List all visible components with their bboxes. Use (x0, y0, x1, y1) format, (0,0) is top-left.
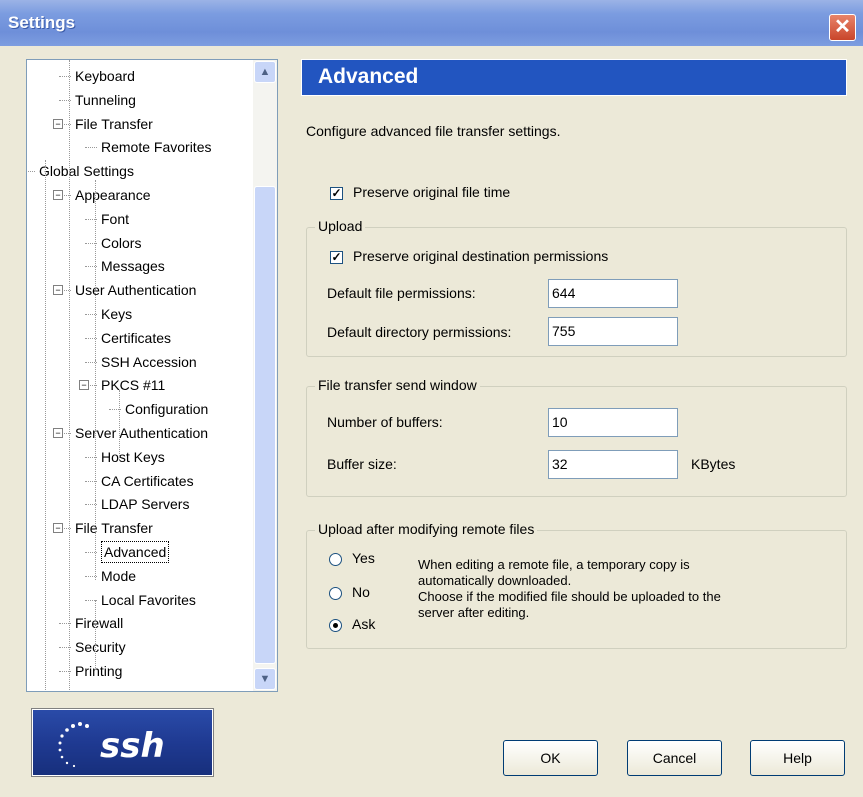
after-modify-help-line2: automatically downloaded. (418, 573, 572, 588)
tree-item[interactable]: Font (101, 208, 129, 230)
file-permissions-label: Default file permissions: (327, 285, 476, 301)
tree-item[interactable]: LDAP Servers (101, 493, 189, 515)
preserve-permissions-label[interactable]: Preserve original destination permission… (353, 248, 608, 264)
tree-item[interactable]: Host Keys (101, 446, 165, 468)
after-modify-help-line3: Choose if the modified file should be up… (418, 589, 721, 604)
preserve-permissions-checkbox[interactable]: ✓ (330, 251, 343, 264)
tree-guide-line (95, 180, 96, 380)
tree-collapse-icon[interactable]: − (79, 380, 89, 391)
logo-text: ssh (100, 726, 165, 766)
tree-content: Keyboard Tunneling − File Transfer Remote Fa… (27, 60, 253, 691)
tree-item[interactable]: Firewall (75, 612, 123, 634)
tree-item[interactable]: File Transfer (75, 517, 153, 539)
ok-button[interactable]: OK (503, 740, 598, 776)
tree-collapse-icon[interactable]: − (53, 428, 63, 438)
buffer-size-unit: KBytes (691, 456, 736, 472)
tree-guide-line (95, 360, 96, 510)
tree-item[interactable]: File Transfer (75, 113, 153, 135)
radio-no[interactable] (329, 587, 342, 600)
tree-guide-line (95, 600, 96, 670)
preserve-time-label[interactable]: Preserve original file time (353, 184, 510, 200)
radio-ask-label[interactable]: Ask (352, 616, 375, 632)
send-window-group: File transfer send window (306, 377, 847, 497)
tree-item[interactable]: CA Certificates (101, 470, 194, 492)
buffer-size-input[interactable]: 32 (548, 450, 678, 479)
after-modify-help-line4: server after editing. (418, 605, 530, 620)
tree-item[interactable]: Tunneling (75, 89, 136, 111)
tree-item[interactable]: Configuration (125, 398, 208, 420)
tree-collapse-icon[interactable]: − (53, 523, 63, 534)
tree-item[interactable]: Messages (101, 255, 165, 277)
file-permissions-input[interactable]: 644 (548, 279, 678, 308)
tree-scrollbar[interactable]: ▲ ▼ (253, 60, 277, 691)
section-banner: Advanced (301, 59, 847, 96)
upload-group-title: Upload (315, 218, 366, 234)
scroll-up-icon[interactable]: ▲ (254, 61, 276, 83)
tree-item[interactable]: Advanced (101, 541, 170, 563)
tree-item[interactable]: Certificates (101, 327, 171, 349)
tree-item[interactable]: Security (75, 636, 126, 658)
tree-item[interactable]: Remote Favorites (101, 136, 211, 158)
tree-collapse-icon[interactable]: − (53, 118, 63, 129)
title-bar: Settings ✕ (0, 0, 863, 46)
buffer-size-label: Buffer size: (327, 456, 397, 472)
send-window-group-title: File transfer send window (315, 377, 480, 393)
tree-item[interactable]: User Authentication (75, 279, 196, 301)
dir-permissions-input[interactable]: 755 (548, 317, 678, 346)
tree-collapse-icon[interactable]: − (53, 285, 63, 296)
tree-item[interactable]: Printing (75, 660, 122, 682)
tree-guide-line (95, 500, 96, 580)
section-description: Configure advanced file transfer setting… (306, 123, 561, 139)
logo-dots-icon (58, 722, 89, 768)
tree-item[interactable]: Keyboard (75, 65, 135, 87)
tree-connector (85, 147, 97, 149)
tree-item[interactable]: Mode (101, 565, 136, 587)
radio-yes[interactable] (329, 553, 342, 566)
close-icon[interactable]: ✕ (829, 14, 856, 41)
tree-connector (27, 171, 35, 173)
tree-item[interactable]: PKCS #11 (101, 374, 165, 396)
ssh-logo: ssh (32, 709, 213, 776)
cancel-button[interactable]: Cancel (627, 740, 722, 776)
tree-item[interactable]: Colors (101, 232, 141, 254)
tree-guide-line (119, 390, 120, 460)
tree-item[interactable]: Appearance (75, 184, 151, 206)
tree-collapse-icon[interactable]: − (53, 190, 63, 200)
tree-item[interactable]: SSH Accession (101, 351, 197, 373)
tree-item[interactable]: Local Favorites (101, 589, 196, 611)
section-heading: Advanced (318, 65, 419, 88)
after-modify-group-title: Upload after modifying remote files (315, 521, 538, 537)
tree-guide-line (69, 60, 70, 691)
radio-yes-label[interactable]: Yes (352, 550, 375, 566)
settings-tree[interactable]: Keyboard Tunneling − File Transfer Remote Fa… (26, 59, 278, 692)
help-button[interactable]: Help (750, 740, 845, 776)
tree-collapse-icon[interactable]: − (26, 166, 27, 176)
tree-item[interactable]: Global Settings (39, 160, 134, 182)
after-modify-help-line1: When editing a remote file, a temporary … (418, 557, 690, 572)
preserve-time-checkbox[interactable]: ✓ (330, 187, 343, 200)
tree-guide-line (45, 160, 46, 691)
buffers-input[interactable]: 10 (548, 408, 678, 437)
radio-no-label[interactable]: No (352, 584, 370, 600)
scroll-down-icon[interactable]: ▼ (254, 668, 276, 690)
buffers-label: Number of buffers: (327, 414, 443, 430)
window-title: Settings (8, 13, 76, 32)
radio-ask[interactable] (329, 619, 342, 632)
dir-permissions-label: Default directory permissions: (327, 324, 512, 340)
scroll-thumb[interactable] (254, 186, 276, 664)
tree-item[interactable]: Keys (101, 303, 132, 325)
